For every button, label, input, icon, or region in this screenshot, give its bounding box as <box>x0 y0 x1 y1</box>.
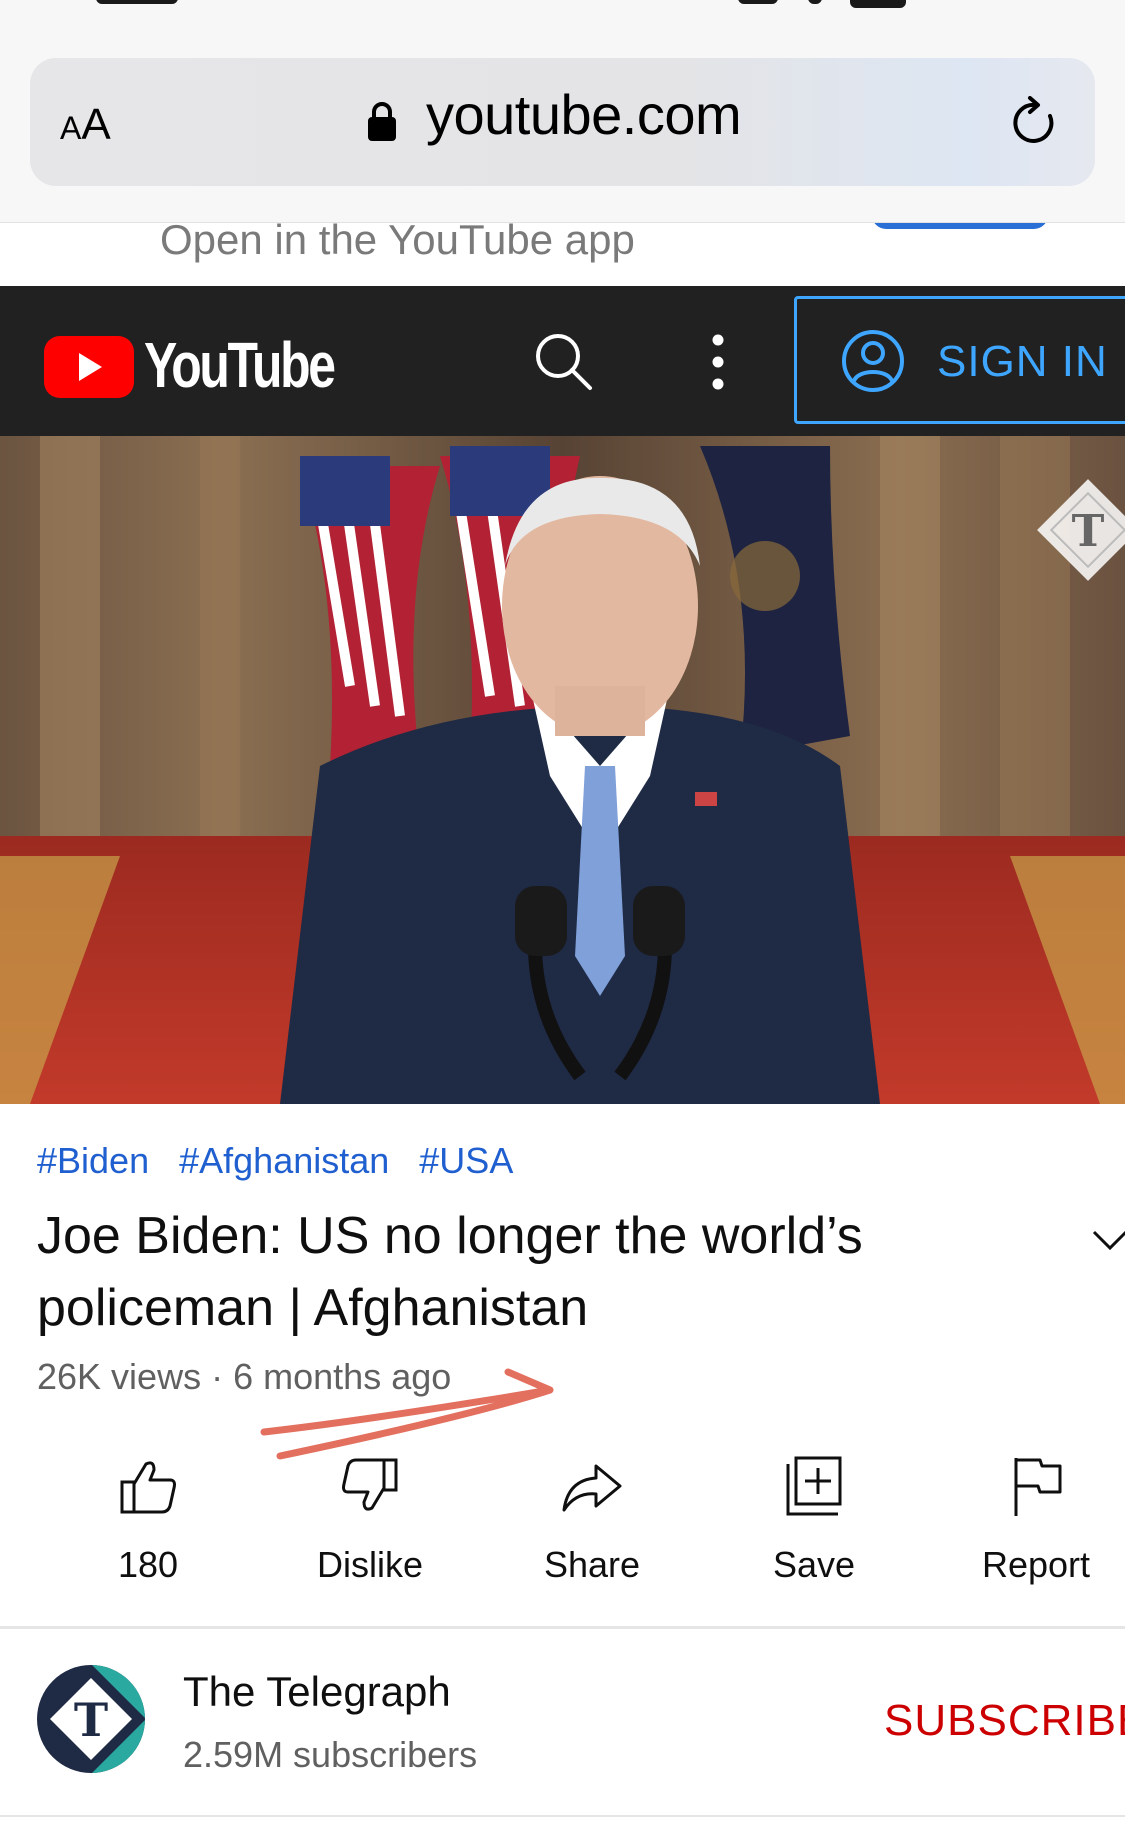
subscribe-button[interactable]: SUBSCRIBE <box>884 1696 1125 1746</box>
url-text[interactable]: youtube.com <box>426 82 742 147</box>
save-to-playlist-icon <box>786 1456 842 1516</box>
share-button[interactable]: Share <box>492 1454 692 1594</box>
thumbs-down-icon <box>342 1458 398 1511</box>
hashtag-afghanistan[interactable]: #Afghanistan <box>179 1140 389 1181</box>
youtube-logo[interactable]: YouTube <box>44 329 344 401</box>
video-frame: T <box>0 436 1125 1104</box>
battery-icon <box>850 0 906 8</box>
telegraph-watermark-letter: T <box>1072 506 1105 557</box>
share-label: Share <box>543 1544 641 1585</box>
like-button[interactable]: 180 <box>48 1454 248 1594</box>
search-icon[interactable] <box>532 330 596 394</box>
address-bar[interactable]: AA youtube.com <box>30 58 1095 186</box>
hashtags: #Biden #Afghanistan #USA <box>37 1140 543 1182</box>
dislike-label: Dislike <box>316 1544 423 1585</box>
channel-avatar[interactable]: T <box>36 1664 146 1774</box>
save-button[interactable]: Save <box>714 1454 914 1594</box>
video-title[interactable]: Joe Biden: US no longer the world’s poli… <box>37 1200 937 1344</box>
account-icon <box>842 330 904 392</box>
text-size-small-a: A <box>60 110 82 146</box>
wifi-icon <box>808 0 822 4</box>
reload-icon[interactable] <box>1010 96 1060 150</box>
report-label: Report <box>981 1544 1091 1585</box>
lock-icon <box>368 102 396 141</box>
clock-fragment <box>96 0 178 4</box>
dislike-button[interactable]: Dislike <box>270 1454 470 1594</box>
subscriber-count: 2.59M subscribers <box>183 1734 478 1775</box>
share-arrow-icon <box>562 1464 622 1512</box>
open-app-button[interactable] <box>872 223 1048 229</box>
youtube-header: YouTube SIGN IN <box>0 286 1125 436</box>
like-count: 180 <box>117 1544 179 1585</box>
open-in-app-text[interactable]: Open in the YouTube app <box>160 223 635 264</box>
chevron-down-icon[interactable] <box>1090 1226 1125 1256</box>
more-options-icon[interactable] <box>700 330 736 394</box>
thumbs-up-icon <box>120 1461 176 1514</box>
save-label: Save <box>772 1544 856 1585</box>
hashtag-biden[interactable]: #Biden <box>37 1140 149 1181</box>
browser-chrome: AA youtube.com <box>0 0 1125 222</box>
hashtag-usa[interactable]: #USA <box>419 1140 513 1181</box>
open-in-app-banner[interactable]: Open in the YouTube app <box>0 222 1125 287</box>
video-player[interactable]: T <box>0 436 1125 1104</box>
youtube-logo-text: YouTube <box>144 329 336 401</box>
sign-in-button[interactable]: SIGN IN <box>794 296 1125 424</box>
view-count: 26K views <box>37 1356 202 1397</box>
meta-separator: · <box>211 1356 224 1397</box>
sign-in-label: SIGN IN <box>937 337 1108 386</box>
channel-avatar-letter: T <box>74 1693 108 1747</box>
bottom-divider <box>0 1815 1125 1817</box>
youtube-play-icon <box>44 336 134 398</box>
channel-name[interactable]: The Telegraph <box>183 1668 451 1716</box>
signal-icon <box>738 0 778 4</box>
section-divider <box>0 1626 1125 1629</box>
text-size-button[interactable]: AA <box>60 100 140 149</box>
status-bar <box>0 0 1125 14</box>
flag-icon <box>1014 1458 1062 1516</box>
report-button[interactable]: Report <box>936 1454 1125 1594</box>
text-size-large-a: A <box>81 100 111 149</box>
